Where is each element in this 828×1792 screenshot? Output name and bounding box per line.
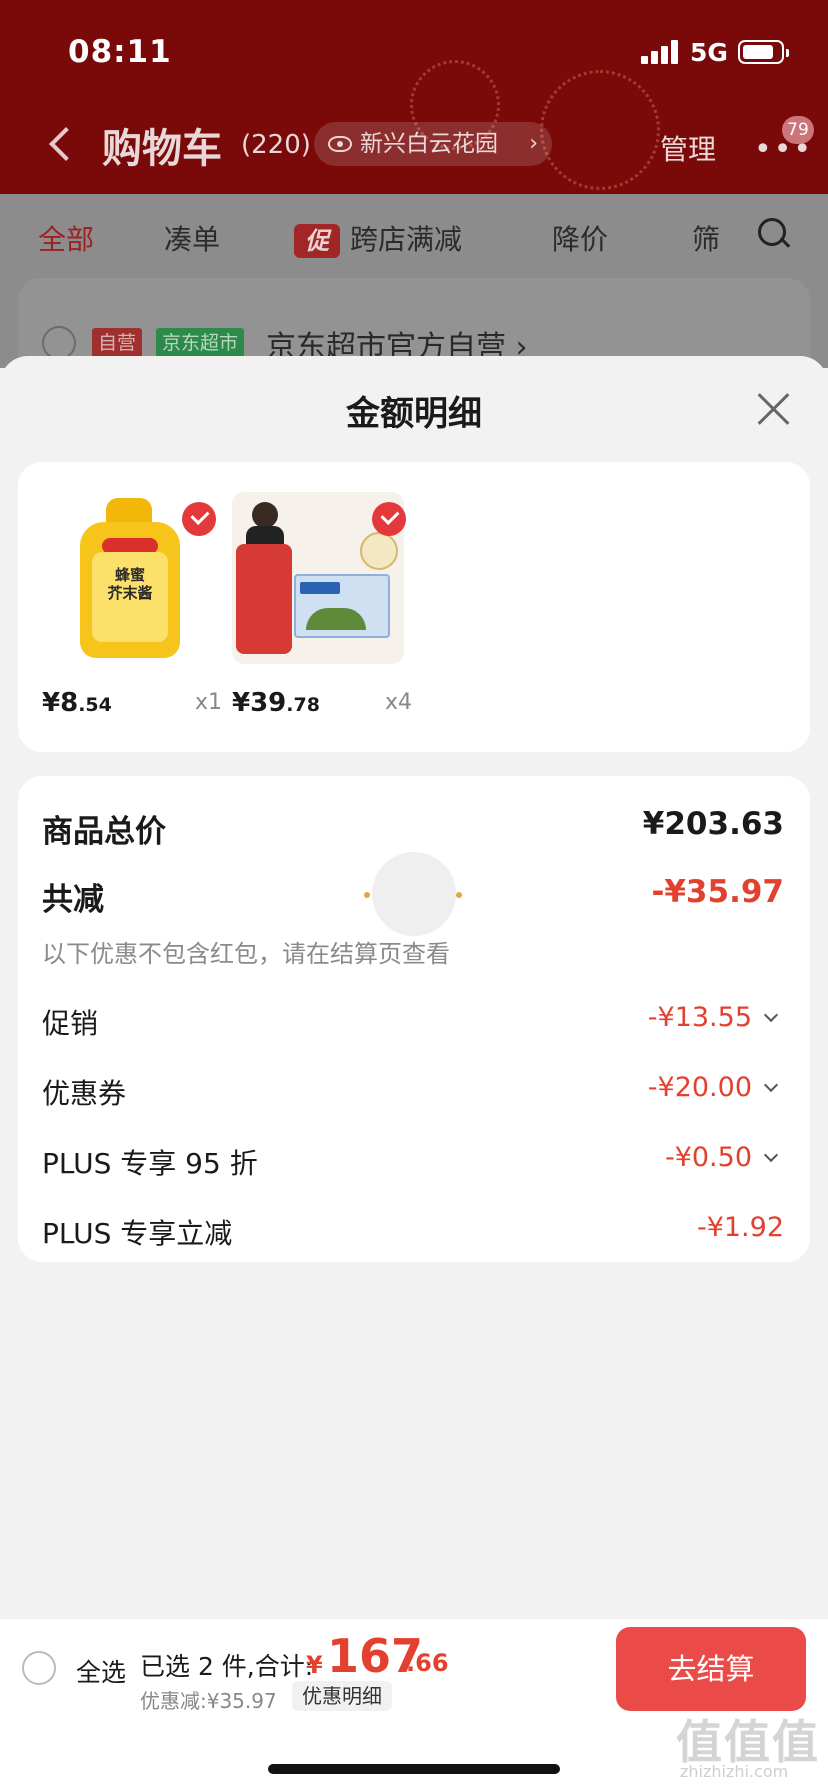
product-label-text: 蜂蜜 芥末酱 [107,566,153,602]
price-summary-card: 商品总价 ¥203.63 共减 -¥35.97 以下优惠不包含红包，请在结算页查… [18,776,810,1262]
tab-cross-store-label: 跨店满减 [350,223,463,256]
self-operated-tag: 自营 [92,328,143,358]
total-reduce-value: -¥35.97 [651,874,785,910]
signal-icon [641,40,681,64]
tab-cross-store[interactable]: 促跨店满减 [294,218,462,258]
select-all-checkbox[interactable] [22,1651,56,1685]
supermarket-tag: 京东超市 [156,328,245,358]
location-label: 新兴白云花园 [360,131,498,157]
price-decimal: .54 [78,694,112,716]
cart-header-background: 08:11 5G 购物车 (220) 新兴白云花园 › 管理 ••• 79 [0,0,828,194]
manage-button[interactable]: 管理 [660,128,716,168]
chevron-down-icon[interactable] [763,1147,779,1163]
tab-price-drop[interactable]: 降价 [552,218,608,258]
back-icon[interactable] [44,124,80,164]
product-qty: x4 [384,690,412,715]
product-price: ¥39.78 [232,688,320,718]
plus-reduce-label: PLUS 专享立减 [42,1217,233,1250]
product-price: ¥8.54 [42,688,112,718]
loading-spinner [372,852,456,936]
loading-dot [456,892,462,898]
price-decimal: .78 [286,694,320,716]
discount-amount: 优惠减:¥35.97 [140,1689,277,1713]
selected-products-card: 蜂蜜 芥末酱 ¥8.54 x1 ¥39.78 x4 [18,462,810,752]
promo-value[interactable]: -¥13.55 [648,1002,752,1033]
coupon-label[interactable]: 优惠券 [42,1072,126,1112]
cart-count: (220) [241,130,311,160]
price-main: ¥8 [42,688,79,718]
discount-detail-button[interactable]: 优惠明细 [292,1681,392,1711]
chevron-right-icon: › [529,131,538,156]
tab-filter[interactable]: 筛 [692,218,720,258]
chevron-down-icon[interactable] [763,1077,779,1093]
home-indicator[interactable] [268,1764,560,1774]
filter-tabs: 全部 凑单 促跨店满减 降价 筛 [0,194,828,278]
total-currency: ¥ [306,1651,323,1679]
watermark-url: zhizhizhi.com [680,1762,789,1781]
butter-box [294,574,390,638]
sheet-title: 金额明细 [346,394,482,434]
tab-all[interactable]: 全部 [38,218,94,258]
promo-label[interactable]: 促销 [42,1002,98,1042]
plus-discount-value[interactable]: -¥0.50 [665,1142,752,1173]
discount-note: 以下优惠不包含红包，请在结算页查看 [42,940,450,968]
status-time: 08:11 [68,34,172,70]
select-all-label[interactable]: 全选 [76,1653,126,1689]
product-item[interactable]: ¥39.78 x4 [232,492,412,722]
total-price-value: ¥203.63 [642,806,784,842]
total-price-label: 商品总价 [42,814,166,850]
store-strip: 自营 京东超市 京东超市官方自营 › [0,278,828,388]
tab-bundle[interactable]: 凑单 [164,218,220,258]
price-main: ¥39 [232,688,287,718]
message-badge: 79 [782,116,814,144]
selected-check-icon[interactable] [372,502,406,536]
checkout-button[interactable]: 去结算 [616,1627,806,1711]
status-bar: 08:11 5G [0,0,828,100]
total-amount-decimal: .66 [406,1649,449,1677]
promo-banner [236,544,292,654]
battery-icon [738,40,789,64]
coupon-value[interactable]: -¥20.00 [648,1072,752,1103]
eye-icon [328,136,352,152]
product-qty: x1 [194,690,222,715]
badge-icon [360,532,398,570]
total-reduce-label: 共减 [42,882,104,918]
chevron-down-icon[interactable] [763,1007,779,1023]
spokesperson-figure [252,502,278,528]
plus-reduce-value: -¥1.92 [696,1212,784,1243]
network-type: 5G [690,38,728,67]
loading-dot [364,892,370,898]
selected-summary: 已选 2 件,合计: [140,1652,314,1681]
close-icon[interactable] [756,390,792,426]
store-checkbox[interactable] [42,326,76,360]
checkout-bar: 全选 已选 2 件,合计: ¥ 167 .66 优惠减:¥35.97 优惠明细 … [0,1618,828,1720]
plus-discount-label[interactable]: PLUS 专享 95 折 [42,1142,258,1182]
page-title: 购物车 [102,126,222,172]
nav-bar: 购物车 (220) 新兴白云花园 › 管理 ••• 79 [0,110,828,180]
promo-tag: 促 [294,224,340,258]
search-icon[interactable] [758,218,790,250]
product-item[interactable]: 蜂蜜 芥末酱 ¥8.54 x1 [42,492,222,722]
location-selector[interactable]: 新兴白云花园 › [314,122,552,166]
selected-check-icon[interactable] [182,502,216,536]
amount-detail-sheet: 金额明细 蜂蜜 芥末酱 ¥8.54 x1 ¥39.78 x4 商品总价 ¥203… [0,356,828,1618]
